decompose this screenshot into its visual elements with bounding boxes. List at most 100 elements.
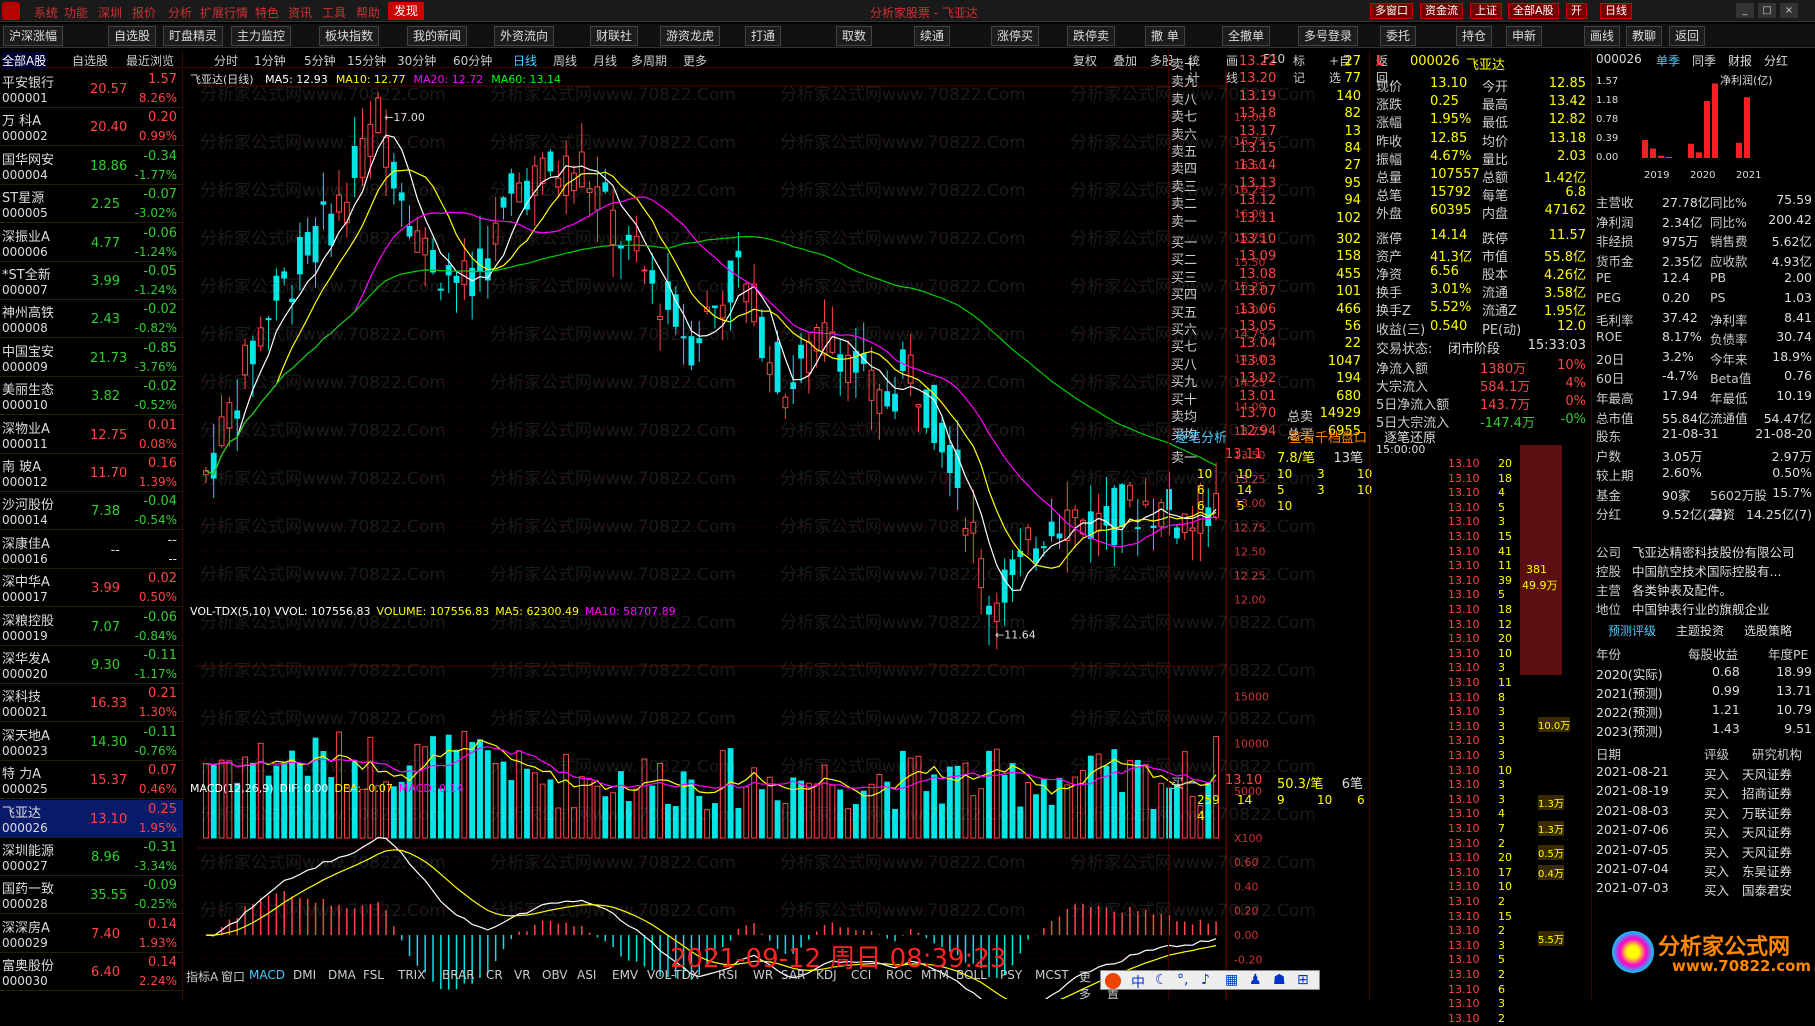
bid-level-row[interactable]: 买一 13.10 302 <box>1169 232 1369 251</box>
tab-thousand-depth[interactable]: 查看千档盘口 <box>1289 427 1367 446</box>
candle-body <box>398 192 405 201</box>
candle-body <box>868 369 875 401</box>
level-price: 13.05 <box>1239 319 1277 334</box>
ime-grid-icon[interactable]: ⊞ <box>1297 972 1309 988</box>
info-row: 收益(三) 0.540 PE(动) 12.0 <box>1370 319 1590 338</box>
ask-level-row[interactable]: 卖五 13.15 84 <box>1169 141 1369 160</box>
ask-level-row[interactable]: 卖二 13.12 94 <box>1169 193 1369 212</box>
indicator-tab-voltdx[interactable]: VOL-TDX <box>647 968 699 982</box>
indicator-tab--1[interactable]: 窗口 <box>221 968 245 985</box>
f10-tab[interactable]: 单季 <box>1656 52 1680 69</box>
indicator-tab-boll[interactable]: BOLL <box>956 968 987 982</box>
volume-bar <box>923 791 930 839</box>
ask-level-row[interactable]: 卖七 13.18 82 <box>1169 106 1369 125</box>
indicator-tab-fsl[interactable]: FSL <box>363 968 384 982</box>
candle-body <box>1095 512 1102 532</box>
indicator-tab-rsi[interactable]: RSI <box>718 968 738 982</box>
tick-price: 13.10 <box>1448 1011 1480 1025</box>
bid-level-row[interactable]: 买六 13.05 56 <box>1169 319 1369 338</box>
indicator-tab-kdj[interactable]: KDJ <box>816 968 837 982</box>
tick-price: 13.10 <box>1448 865 1480 879</box>
indicator-tab-sar[interactable]: SAR <box>781 968 805 982</box>
candle-body <box>383 136 389 168</box>
tick-volume: 3 <box>1498 515 1505 529</box>
ime-logo-icon <box>1105 973 1121 989</box>
tick-price: 13.10 <box>1448 749 1480 762</box>
bid-level-row[interactable]: 买四 13.07 101 <box>1169 284 1369 303</box>
candle-body <box>798 344 804 359</box>
tick-price: 13.10 <box>1448 938 1480 952</box>
indicator-tab-wr[interactable]: WR <box>753 968 773 982</box>
ask-level-row[interactable]: 卖一 13.11 102 <box>1169 210 1369 230</box>
volume-legend: VOL-TDX(5,10) VVOL: 107556.83 VOLUME: 107… <box>190 605 682 618</box>
forecast-eps: 0.68 <box>1712 664 1740 679</box>
tape-bid-cell: 259 <box>1197 793 1220 807</box>
indicator-tab-psy[interactable]: PSY <box>1000 968 1022 982</box>
tick-price: 13.10 <box>1448 982 1480 996</box>
indicator-tab-a[interactable]: 指标A <box>186 968 218 985</box>
fundamentals-panel: 000026 单季 同季 财报 分红 净利润(亿) 1.57 1.18 0.78 0.39 0.00… <box>1591 50 1815 999</box>
ask-level-row[interactable]: 卖三 13.13 95 <box>1169 176 1369 195</box>
profit-bar <box>1712 83 1718 158</box>
f10-tab[interactable]: 分红 <box>1764 52 1788 69</box>
tab-tape-analysis[interactable]: 逐笔分析 <box>1175 427 1227 446</box>
info-row: 净资 6.56 股本 4.26亿 <box>1370 264 1590 283</box>
indicator-tab--24[interactable]: 更多 <box>1079 968 1091 1002</box>
indicator-tab-asi[interactable]: ASI <box>577 968 596 982</box>
f10-forecast-tab[interactable]: 选股策略 <box>1744 622 1792 639</box>
f10-value: -4.7% <box>1662 368 1699 384</box>
tick-volume: 10 <box>1498 646 1512 660</box>
ask-level-row[interactable]: 卖六 13.17 13 <box>1169 124 1369 143</box>
bid-level-row[interactable]: 买二 13.09 158 <box>1169 249 1369 268</box>
bid-level-row[interactable]: 买三 13.08 455 <box>1169 267 1369 286</box>
indicator-tab-cr[interactable]: CR <box>486 968 503 982</box>
bid-level-row[interactable]: 买九 13.02 194 <box>1169 371 1369 390</box>
indicator-tab-macd[interactable]: MACD <box>249 968 285 982</box>
candle-body <box>296 236 303 275</box>
bid-level-row[interactable]: 买七 13.04 22 <box>1169 336 1369 356</box>
f10-forecast-tab[interactable]: 主题投资 <box>1676 622 1724 639</box>
indicator-tab-dmi[interactable]: DMI <box>293 968 316 982</box>
tick-price: 13.10 <box>1448 573 1480 587</box>
candle-body <box>437 288 444 291</box>
ime-user-icon[interactable]: ♟ <box>1249 972 1262 988</box>
f10-tab[interactable]: 财报 <box>1728 52 1752 69</box>
ask-level-row[interactable]: 卖十 13.22 27 <box>1169 54 1369 73</box>
level-label: 买五 <box>1171 305 1198 321</box>
f10-tab[interactable]: 同季 <box>1692 52 1716 69</box>
ime-moon-icon[interactable]: ☾ <box>1155 972 1168 988</box>
indicator-tab-vr[interactable]: VR <box>514 968 531 982</box>
indicator-tab-roc[interactable]: ROC <box>886 968 912 982</box>
ime-mic-icon[interactable]: ♪ <box>1201 972 1210 988</box>
bid-level-row[interactable]: 买五 13.06 466 <box>1169 302 1369 321</box>
ime-chinese-icon[interactable]: 中 <box>1131 972 1145 992</box>
indicator-tab-brar[interactable]: BRAR <box>442 968 475 982</box>
indicator-tab-mtm[interactable]: MTM <box>921 968 949 982</box>
bid-level-row[interactable]: 买十 13.01 680 <box>1169 389 1369 408</box>
f10-row: 毛利率 37.42 净利率 8.41 <box>1592 310 1815 328</box>
indicator-tab-emv[interactable]: EMV <box>612 968 638 982</box>
ime-shirt-icon[interactable]: ☗ <box>1273 972 1286 988</box>
ime-status-bar[interactable]: 中 ☾ °, ♪ ▦ ♟ ☗ ⊞ <box>1100 970 1320 992</box>
rating-date: 2021-07-06 <box>1596 822 1669 838</box>
indicator-tab-mcst[interactable]: MCST <box>1035 968 1069 982</box>
ask-level-row[interactable]: 卖九 13.20 77 <box>1169 71 1369 90</box>
ask-level-row[interactable]: 卖八 13.19 140 <box>1169 89 1369 108</box>
indicator-tab-cci[interactable]: CCI <box>851 968 871 982</box>
info-value: 5.52% <box>1430 300 1472 316</box>
f10-forecast-tab[interactable]: 预测评级 <box>1608 622 1656 639</box>
profit-bar <box>1658 155 1664 158</box>
indicator-tab-dma[interactable]: DMA <box>328 968 356 982</box>
info-value: 12.85 <box>1548 76 1586 91</box>
ask-level-row[interactable]: 卖四 13.14 27 <box>1169 158 1369 177</box>
volume-bar <box>539 783 546 839</box>
level-label: 买七 <box>1171 340 1198 356</box>
ime-keyboard-icon[interactable]: ▦ <box>1225 972 1238 988</box>
level-price: 13.10 <box>1239 232 1277 247</box>
ime-punct-icon[interactable]: °, <box>1177 972 1188 988</box>
bid-level-row[interactable]: 买八 13.03 1047 <box>1169 354 1369 373</box>
level-volume: 102 <box>1336 210 1361 226</box>
indicator-tab-obv[interactable]: OBV <box>542 968 568 982</box>
indicator-tab-trix[interactable]: TRIX <box>398 968 425 982</box>
capital-flow-row: 大宗流入 584.1万 4% <box>1370 376 1590 395</box>
